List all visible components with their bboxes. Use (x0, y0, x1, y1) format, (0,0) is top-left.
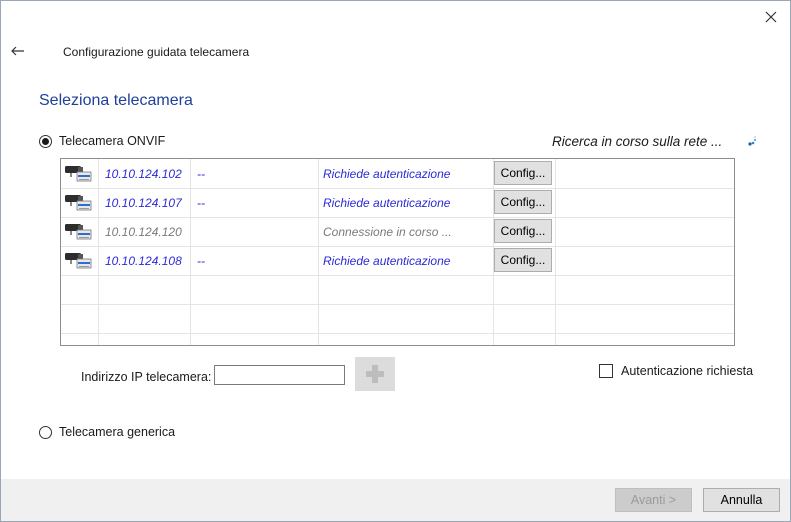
close-icon (765, 11, 777, 23)
camera-name (197, 217, 317, 246)
auth-required-checkbox[interactable]: Autenticazione richiesta (599, 364, 753, 378)
config-button[interactable]: Config... (494, 219, 552, 243)
generic-radio-indicator[interactable] (39, 425, 52, 439)
onvif-radio[interactable]: Telecamera ONVIF (39, 134, 165, 148)
camera-row[interactable]: 10.10.124.108 -- Richiede autenticazione Co… (61, 246, 734, 275)
camera-list[interactable]: 10.10.124.102 -- Richiede autenticazione Co… (60, 158, 735, 346)
generic-radio[interactable]: Telecamera generica (39, 425, 175, 439)
camera-name: -- (197, 166, 205, 181)
config-button[interactable]: Config... (494, 161, 552, 185)
ip-camera-icon (65, 252, 92, 268)
search-status-text: Ricerca in corso sulla rete ... (552, 134, 723, 149)
camera-ip: 10.10.124.102 (105, 166, 182, 181)
generic-radio-label: Telecamera generica (59, 425, 176, 439)
cancel-button[interactable]: Annulla (703, 488, 780, 512)
camera-ip: 10.10.124.120 (105, 224, 182, 239)
loading-spinner-icon (748, 136, 757, 146)
manual-ip-input[interactable] (214, 365, 345, 385)
camera-name: -- (197, 195, 205, 210)
manual-ip-label: Indirizzo IP telecamera: (81, 370, 212, 384)
auth-required-label: Autenticazione richiesta (621, 364, 754, 378)
camera-icon-cell (61, 159, 95, 188)
camera-icon-cell (61, 217, 95, 246)
camera-row[interactable]: 10.10.124.120 Connessione in corso ... Con… (61, 217, 734, 246)
camera-status: Richiede autenticazione (323, 166, 451, 181)
camera-status: Richiede autenticazione (323, 253, 451, 268)
config-button[interactable]: Config... (494, 190, 552, 214)
onvif-radio-label: Telecamera ONVIF (59, 134, 166, 148)
camera-name: -- (197, 253, 205, 268)
wizard-window: Configurazione guidata telecamera Selezi… (0, 0, 791, 522)
plus-icon (366, 365, 384, 383)
section-title: Seleziona telecamera (39, 92, 193, 109)
ip-camera-icon (65, 194, 92, 210)
back-button[interactable] (5, 39, 31, 63)
arrow-left-icon (11, 46, 24, 56)
add-camera-button[interactable] (355, 357, 395, 391)
auth-required-box[interactable] (599, 364, 613, 378)
close-button[interactable] (757, 5, 785, 29)
onvif-radio-indicator[interactable] (39, 134, 52, 148)
camera-row[interactable]: 10.10.124.107 -- Richiede autenticazione Co… (61, 188, 734, 217)
next-button[interactable]: Avanti > (615, 488, 692, 512)
camera-icon-cell (61, 188, 95, 217)
ip-camera-icon (65, 165, 92, 181)
camera-row[interactable]: 10.10.124.102 -- Richiede autenticazione Co… (61, 159, 734, 188)
camera-icon-cell (61, 246, 95, 275)
camera-status: Connessione in corso ... (323, 224, 452, 239)
ip-camera-icon (65, 223, 92, 239)
camera-ip: 10.10.124.108 (105, 253, 182, 268)
config-button[interactable]: Config... (494, 248, 552, 272)
camera-ip: 10.10.124.107 (105, 195, 182, 210)
camera-status: Richiede autenticazione (323, 195, 451, 210)
window-title: Configurazione guidata telecamera (63, 45, 250, 59)
